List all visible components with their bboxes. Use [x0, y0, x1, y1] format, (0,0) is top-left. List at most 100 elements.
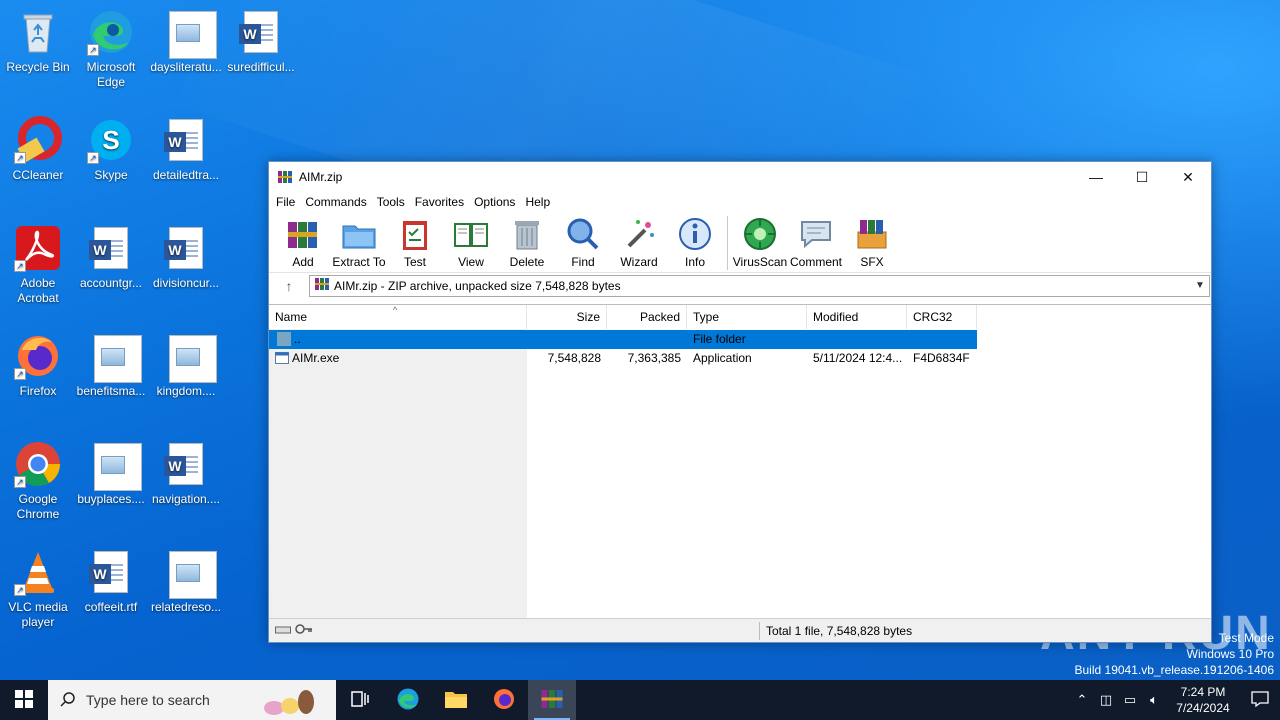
delete-button[interactable]: Delete — [499, 214, 555, 269]
desktop-icon-suredifficul[interactable]: suredifficul... — [223, 8, 299, 75]
desktop-icon-label: Recycle Bin — [6, 60, 70, 74]
desktop-icon-recycle-bin[interactable]: Recycle Bin — [0, 8, 76, 75]
exe-file-icon — [275, 351, 289, 365]
add-button[interactable]: Add — [275, 214, 331, 269]
info-button[interactable]: Info — [667, 214, 723, 269]
add-label: Add — [292, 255, 314, 269]
desktop-icon-detailedtra[interactable]: detailedtra... — [148, 116, 224, 183]
menu-commands[interactable]: Commands — [300, 195, 371, 209]
comment-label: Comment — [789, 255, 842, 269]
start-button[interactable] — [0, 680, 48, 720]
winrar-icon — [540, 687, 564, 714]
word-doc-icon — [87, 548, 135, 596]
desktop-icon-navigation[interactable]: navigation.... — [148, 440, 224, 507]
virusscan-button[interactable]: VirusScan — [732, 214, 788, 269]
firefox-icon: ↗ — [14, 332, 62, 380]
table-row[interactable]: AIMr.exe 7,548,828 7,363,385 Application… — [269, 349, 977, 368]
taskbar-edge[interactable] — [384, 680, 432, 720]
test-clipboard-icon — [397, 216, 433, 252]
extract-to-button[interactable]: Extract To — [331, 214, 387, 269]
sfx-button[interactable]: SFX — [844, 214, 900, 269]
desktop-icon-buyplaces[interactable]: buyplaces.... — [73, 440, 149, 507]
up-arrow-icon[interactable]: ↑ — [269, 278, 309, 294]
extract-folder-icon — [341, 216, 377, 252]
view-label: View — [458, 255, 484, 269]
desktop-icon-vlc[interactable]: ↗ VLC media player — [0, 548, 76, 630]
network-icon[interactable]: ▭ — [1118, 692, 1142, 708]
desktop-icon-divisioncur[interactable]: divisioncur... — [148, 224, 224, 291]
column-packed[interactable]: Packed — [607, 305, 687, 329]
image-file-icon — [162, 332, 217, 383]
desktop-icon-benefitsma[interactable]: benefitsma... — [73, 332, 149, 399]
chevron-up-icon[interactable]: ⌃ — [1070, 692, 1094, 708]
notification-button[interactable] — [1240, 690, 1280, 711]
desktop-icon-accountgr[interactable]: accountgr... — [73, 224, 149, 291]
word-doc-icon — [237, 8, 285, 56]
desktop-icon-daysliteratu[interactable]: daysliteratu... — [148, 8, 224, 75]
column-size[interactable]: Size — [527, 305, 607, 329]
menu-bar: File Commands Tools Favorites Options He… — [269, 192, 1211, 212]
chevron-down-icon[interactable]: ▼ — [1191, 280, 1209, 291]
vlc-icon: ↗ — [14, 548, 62, 596]
desktop-icon-label: divisioncur... — [152, 276, 220, 290]
desktop-icon-kingdom[interactable]: kingdom.... — [148, 332, 224, 399]
build-text: Build 19041.vb_release.191206-1406 — [1074, 663, 1275, 677]
desktop-icon-microsoft-edge[interactable]: ↗ Microsoft Edge — [73, 8, 149, 90]
clock[interactable]: 7:24 PM 7/24/2024 — [1166, 684, 1240, 716]
taskbar-file-explorer[interactable] — [432, 680, 480, 720]
menu-file[interactable]: File — [271, 195, 300, 209]
menu-tools[interactable]: Tools — [372, 195, 410, 209]
taskbar: Type here to search ⌃ ◫ ▭ 🔈︎ 7:24 PM 7/2… — [0, 680, 1280, 720]
comment-button[interactable]: Comment — [788, 214, 844, 269]
menu-help[interactable]: Help — [520, 195, 555, 209]
task-view-button[interactable] — [336, 680, 384, 720]
windows-logo-icon — [15, 689, 33, 711]
wizard-button[interactable]: Wizard — [611, 214, 667, 269]
desktop-icon-label: suredifficul... — [227, 60, 295, 74]
desktop-icon-label: Google Chrome — [16, 492, 60, 521]
view-button[interactable]: View — [443, 214, 499, 269]
column-type[interactable]: Type — [687, 305, 807, 329]
desktop-icon-relatedreso[interactable]: relatedreso... — [148, 548, 224, 615]
extract-to-label: Extract To — [332, 255, 386, 269]
test-button[interactable]: Test — [387, 214, 443, 269]
task-view-icon — [351, 690, 369, 710]
taskbar-search[interactable]: Type here to search — [48, 680, 336, 720]
menu-favorites[interactable]: Favorites — [410, 195, 469, 209]
minimize-button[interactable]: — — [1073, 162, 1119, 192]
desktop-icon-adobe-acrobat[interactable]: ↗ Adobe Acrobat — [0, 224, 76, 306]
close-button[interactable]: ✕ — [1165, 162, 1211, 192]
winrar-window: AIMr.zip — ☐ ✕ File Commands Tools Favor… — [268, 161, 1212, 643]
svg-text:S: S — [102, 125, 119, 155]
word-doc-icon — [162, 116, 210, 164]
column-name[interactable]: Name ^ — [269, 305, 527, 329]
toolbar-separator — [727, 216, 728, 270]
desktop-icon-ccleaner[interactable]: ↗ CCleaner — [0, 116, 76, 183]
title-bar[interactable]: AIMr.zip — ☐ ✕ — [269, 162, 1211, 192]
virus-scan-icon — [742, 216, 778, 252]
drive-icon[interactable] — [275, 624, 291, 638]
taskbar-winrar[interactable] — [528, 680, 576, 720]
desktop-icon-coffeeit[interactable]: coffeeit.rtf — [73, 548, 149, 615]
find-button[interactable]: Find — [555, 214, 611, 269]
desktop-icon-label: benefitsma... — [76, 384, 146, 398]
windows-edition-text: Windows 10 Pro — [1186, 647, 1274, 661]
toolbar: Add Extract To Test View Delete Find Wiz… — [269, 212, 1211, 272]
maximize-button[interactable]: ☐ — [1119, 162, 1165, 192]
desktop-icon-label: buyplaces.... — [77, 492, 145, 506]
column-modified[interactable]: Modified — [807, 305, 907, 329]
table-row[interactable]: .. File folder — [269, 330, 977, 349]
taskbar-firefox[interactable] — [480, 680, 528, 720]
image-file-icon — [87, 440, 142, 491]
desktop-icon-firefox[interactable]: ↗ Firefox — [0, 332, 76, 399]
key-icon[interactable] — [295, 623, 313, 638]
image-file-icon — [87, 332, 142, 383]
desktop-icon-skype[interactable]: S ↗ Skype — [73, 116, 149, 183]
desktop-icon-google-chrome[interactable]: ↗ Google Chrome — [0, 440, 76, 522]
meet-now-icon[interactable]: ◫ — [1094, 692, 1118, 708]
menu-options[interactable]: Options — [469, 195, 520, 209]
address-field[interactable]: AIMr.zip - ZIP archive, unpacked size 7,… — [309, 274, 1210, 297]
volume-icon[interactable]: 🔈︎ — [1142, 692, 1166, 708]
column-crc32[interactable]: CRC32 — [907, 305, 977, 329]
info-icon — [677, 216, 713, 252]
